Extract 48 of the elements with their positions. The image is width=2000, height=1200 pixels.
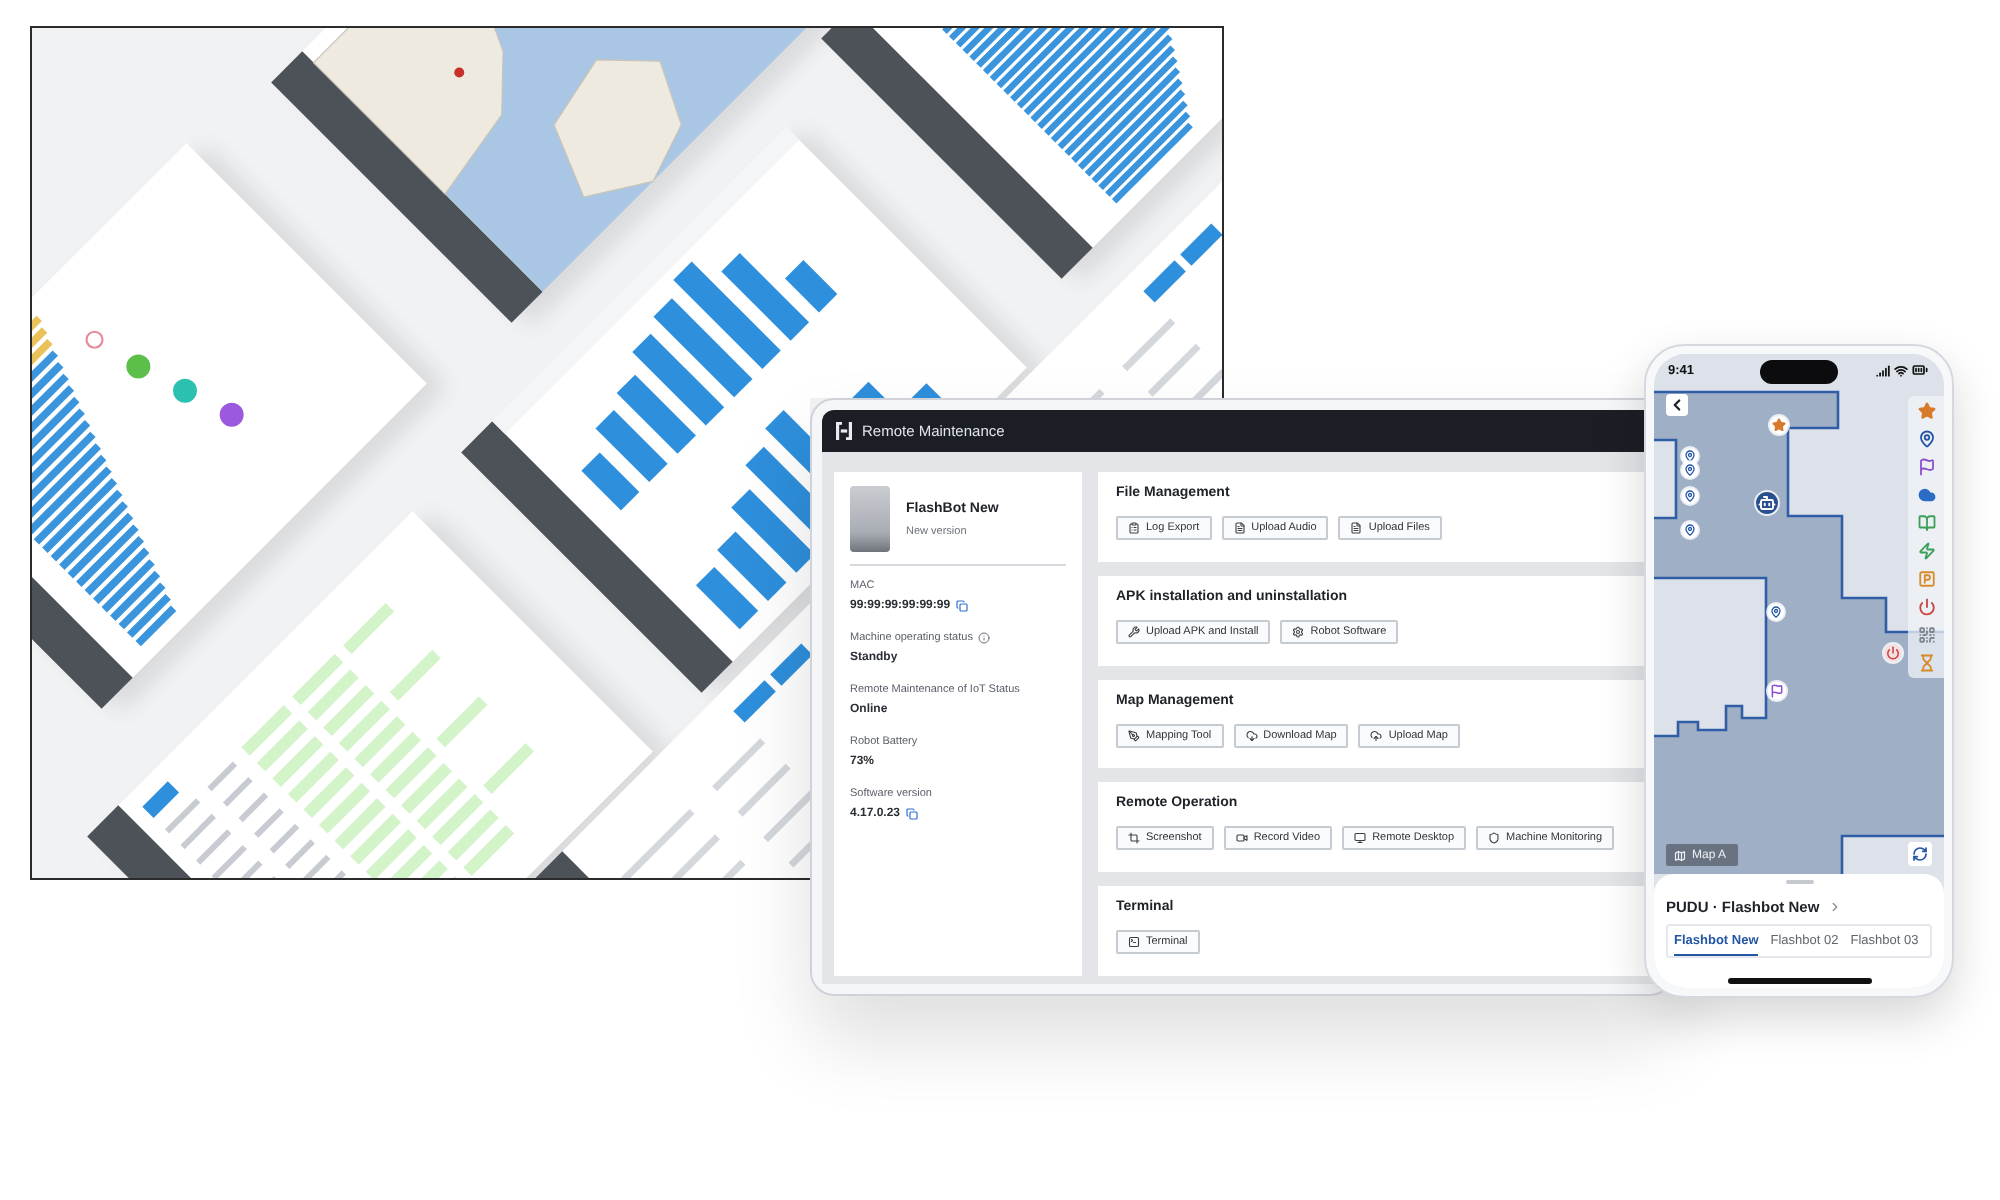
wrench-icon [1128,625,1140,638]
location-pin-icon[interactable] [1682,448,1698,464]
power-icon[interactable] [1883,643,1901,661]
flag-icon[interactable] [1917,458,1935,476]
sheet-handle[interactable] [1785,880,1813,884]
home-indicator [1727,978,1871,984]
star-icon[interactable] [1769,415,1787,433]
robot-icon[interactable] [1755,491,1777,513]
flag-icon[interactable] [1767,681,1785,699]
chevron-right-icon[interactable] [1827,899,1842,913]
wifi-icon [1894,363,1908,377]
refresh-button[interactable] [1908,842,1932,866]
signal-icon [1876,363,1890,377]
qr-code-icon[interactable] [1917,626,1935,644]
location-pin-icon[interactable] [1768,604,1784,620]
terminal-icon [1128,936,1140,949]
copy-icon[interactable] [956,600,969,612]
logo-icon [836,422,852,440]
info-icon[interactable] [978,632,991,644]
monitor-icon [1354,832,1367,845]
pen-icon [1128,729,1140,742]
location-pin-icon[interactable] [1682,462,1698,478]
book-icon[interactable] [1917,514,1935,532]
cloud-upload-icon [1370,729,1383,742]
gear-icon [1292,625,1305,638]
location-pin-icon[interactable] [1917,430,1935,448]
shield-icon [1488,832,1501,845]
robot-photo-placeholder [850,486,890,552]
chevron-left-icon [1668,396,1686,414]
back-button[interactable] [1666,394,1688,416]
refresh-icon [1912,846,1928,862]
star-icon[interactable] [1917,402,1935,420]
lightning-icon[interactable] [1917,542,1935,560]
location-pin-icon[interactable] [1682,522,1698,538]
camera-notch [1759,360,1837,384]
cloud-download-icon [1245,729,1258,742]
file-icon [1350,522,1363,534]
crop-icon [1128,832,1140,845]
map-icon [1674,849,1686,861]
video-camera-icon [1235,832,1248,845]
location-pin-icon[interactable] [1682,488,1698,504]
cloud-icon[interactable] [1917,486,1935,504]
power-icon[interactable] [1917,598,1935,616]
copy-icon[interactable] [906,808,919,820]
battery-icon [1912,362,1928,378]
clipboard-icon [1128,522,1140,534]
file-icon [1233,522,1246,534]
parking-icon[interactable] [1917,570,1935,588]
